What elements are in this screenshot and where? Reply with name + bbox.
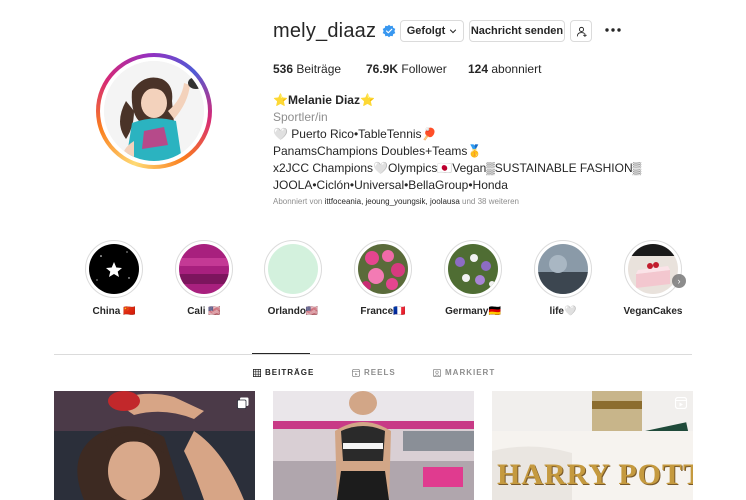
- tab-reels-label: REELS: [364, 368, 396, 377]
- highlight-thumbnail: [448, 244, 498, 294]
- bio-line-3: x2JCC Champions🤍Olympics🇯🇵Vegan▒SUSTAINA…: [273, 161, 642, 175]
- posts-stat: 536 Beiträge: [273, 62, 341, 76]
- grid-icon: [253, 368, 261, 377]
- reel-icon: [675, 397, 687, 409]
- following-button-label: Gefolgt: [406, 25, 446, 37]
- following-count: 124: [468, 62, 489, 76]
- tab-reels[interactable]: REELS: [352, 368, 396, 377]
- send-message-label: Nachricht senden: [470, 25, 564, 37]
- tagged-icon: [433, 368, 441, 377]
- highlight-thumbnail: [538, 244, 588, 294]
- following-stat[interactable]: 124 abonniert: [468, 62, 541, 76]
- highlight-orlando[interactable]: Orlando🇺🇸: [258, 240, 328, 317]
- highlight-label: Orlando🇺🇸: [267, 306, 319, 317]
- username: mely_diaaz: [273, 19, 377, 42]
- tabs-divider: [54, 354, 692, 355]
- followed-by-prefix: Abonniert von: [273, 197, 325, 206]
- highlights-next-arrow-icon[interactable]: ›: [672, 274, 686, 288]
- post-tile[interactable]: [54, 391, 255, 500]
- tab-posts[interactable]: BEITRÄGE: [253, 368, 314, 377]
- post-image: [273, 391, 474, 500]
- add-person-icon: [576, 26, 587, 37]
- highlight-thumbnail: [268, 244, 318, 294]
- followed-by[interactable]: Abonniert von ittfoceania, jeoung_youngs…: [273, 197, 519, 206]
- username-row: mely_diaaz: [273, 19, 396, 43]
- svg-text:HARRY POTTER: HARRY POTTER: [497, 458, 693, 491]
- highlight-label: VeganCakes: [623, 306, 683, 317]
- highlight-label: France🇫🇷: [360, 306, 406, 317]
- highlight-life[interactable]: life🤍: [528, 240, 598, 317]
- highlight-thumbnail: [358, 244, 408, 294]
- highlight-china[interactable]: China 🇨🇳: [79, 240, 149, 317]
- followers-count: 76.9K: [366, 62, 399, 76]
- bio-line-1: 🤍 Puerto Rico•TableTennis🏓: [273, 127, 437, 141]
- verified-badge-icon: [382, 24, 396, 38]
- highlight-thumbnail: [179, 244, 229, 294]
- profile-avatar: [104, 61, 204, 161]
- post-image: [54, 391, 255, 500]
- posts-count: 536: [273, 62, 294, 76]
- profile-category: Sportler/in: [273, 110, 328, 124]
- display-name: ⭐Melanie Diaz⭐: [273, 93, 375, 107]
- profile-avatar-ring[interactable]: [96, 53, 212, 169]
- highlight-france[interactable]: France🇫🇷: [348, 240, 418, 317]
- tab-tagged-label: MARKIERT: [445, 368, 496, 377]
- send-message-button[interactable]: Nachricht senden: [469, 20, 565, 42]
- followers-label: Follower: [401, 62, 447, 76]
- profile-bio: ⭐Melanie Diaz⭐ Sportler/in 🤍 Puerto Rico…: [273, 92, 673, 194]
- suggested-users-button[interactable]: [570, 20, 592, 42]
- followed-by-suffix: und 38 weiteren: [459, 197, 519, 206]
- followed-by-users[interactable]: ittfoceania, jeoung_youngsik, joolausa: [325, 197, 460, 206]
- active-tab-indicator: [252, 353, 310, 354]
- following-button[interactable]: Gefolgt: [400, 20, 464, 42]
- multiple-photos-icon: [237, 397, 249, 409]
- highlight-thumbnail: [628, 244, 678, 294]
- post-tile[interactable]: [273, 391, 474, 500]
- tab-tagged[interactable]: MARKIERT: [433, 368, 495, 377]
- posts-label: Beiträge: [296, 62, 342, 76]
- bio-line-2: PanamsChampions Doubles+Teams🥇: [273, 144, 483, 158]
- bio-line-4: JOOLA•Ciclón•Universal•BellaGroup•Honda: [273, 178, 508, 192]
- highlight-thumbnail: [89, 244, 139, 294]
- post-image: HARRY POTTER HARRY POTTER: [492, 391, 693, 500]
- highlight-label: Cali 🇺🇸: [187, 306, 221, 317]
- highlight-label: life🤍: [549, 306, 577, 317]
- followers-stat[interactable]: 76.9K Follower: [366, 62, 447, 76]
- highlight-cali[interactable]: Cali 🇺🇸: [169, 240, 239, 317]
- highlight-germany[interactable]: Germany🇩🇪: [438, 240, 508, 317]
- following-label: abonniert: [491, 62, 542, 76]
- chevron-down-icon: [450, 29, 457, 34]
- post-tile[interactable]: HARRY POTTER HARRY POTTER: [492, 391, 693, 500]
- highlight-label: Germany🇩🇪: [445, 306, 501, 317]
- reels-icon: [352, 368, 360, 377]
- tab-posts-label: BEITRÄGE: [265, 368, 315, 377]
- more-options-icon[interactable]: [604, 25, 622, 35]
- highlight-label: China 🇨🇳: [92, 306, 136, 317]
